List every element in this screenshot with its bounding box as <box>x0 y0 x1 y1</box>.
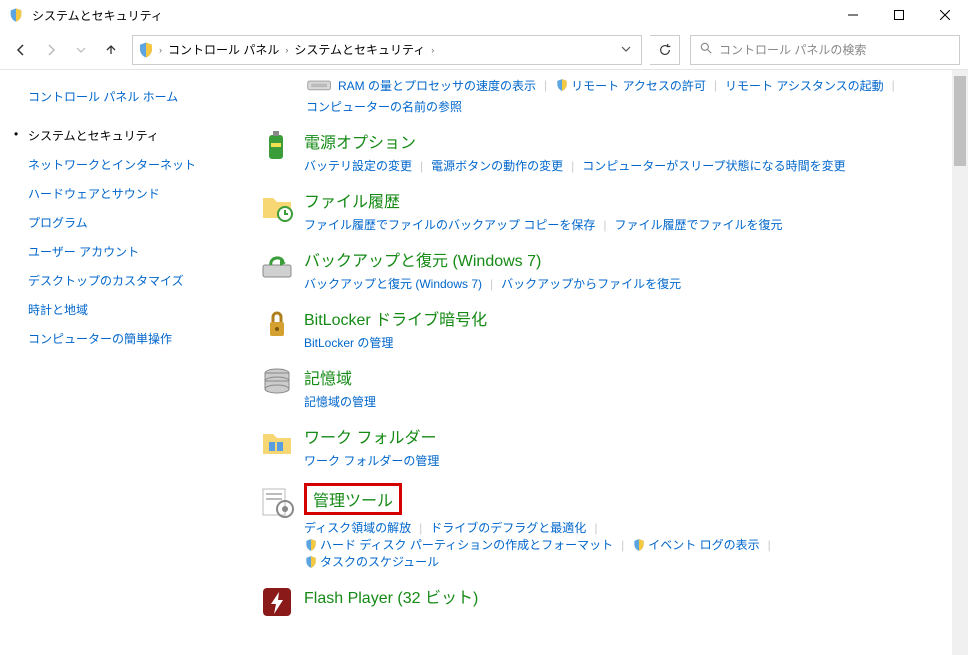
work-folder-icon <box>256 424 298 466</box>
scrollbar[interactable] <box>952 70 968 655</box>
link-bitlocker-manage[interactable]: BitLocker の管理 <box>304 334 393 351</box>
link-sleep[interactable]: コンピューターがスリープ状態になる時間を変更 <box>582 157 845 174</box>
file-history-icon <box>256 188 298 230</box>
crumb-sep-icon: › <box>429 45 436 55</box>
link-ram[interactable]: RAM の量とプロセッサの速度の表示 <box>338 77 536 94</box>
link-restore-files[interactable]: バックアップからファイルを復元 <box>501 275 681 292</box>
search-input[interactable]: コントロール パネルの検索 <box>690 35 960 65</box>
close-button[interactable] <box>922 0 968 30</box>
main-content: RAM の量とプロセッサの速度の表示 | リモート アクセスの許可 | リモート… <box>252 70 968 655</box>
link-computer-name[interactable]: コンピューターの名前の参照 <box>306 98 462 115</box>
search-placeholder: コントロール パネルの検索 <box>719 41 866 58</box>
link-defrag[interactable]: ドライブのデフラグと最適化 <box>430 519 586 536</box>
shield-icon <box>304 538 318 552</box>
link-partition[interactable]: ハード ディスク パーティションの作成とフォーマット <box>320 536 613 553</box>
sidebar: コントロール パネル ホーム システムとセキュリティ ネットワークとインターネッ… <box>0 70 252 655</box>
shield-icon <box>304 555 318 569</box>
admin-tools-icon <box>256 483 298 525</box>
link-power-button[interactable]: 電源ボタンの動作の変更 <box>431 157 563 174</box>
forward-button[interactable] <box>38 37 64 63</box>
cat-work-folder[interactable]: ワーク フォルダー <box>304 424 436 448</box>
sidebar-item-network[interactable]: ネットワークとインターネット <box>28 150 242 179</box>
link-storage-manage[interactable]: 記憶域の管理 <box>304 393 376 410</box>
breadcrumb-current[interactable]: システムとセキュリティ <box>290 41 429 58</box>
history-dropdown[interactable] <box>68 37 94 63</box>
sidebar-item-system-security[interactable]: システムとセキュリティ <box>28 121 242 150</box>
link-disk-cleanup[interactable]: ディスク領域の解放 <box>304 519 411 536</box>
sidebar-item-desktop[interactable]: デスクトップのカスタマイズ <box>28 266 242 295</box>
crumb-sep-icon: › <box>157 45 164 55</box>
link-task-schedule[interactable]: タスクのスケジュール <box>320 553 439 570</box>
cat-bitlocker[interactable]: BitLocker ドライブ暗号化 <box>304 306 487 330</box>
sidebar-item-hardware[interactable]: ハードウェアとサウンド <box>28 179 242 208</box>
link-backup-restore[interactable]: バックアップと復元 (Windows 7) <box>304 275 482 292</box>
window-icon <box>8 7 24 23</box>
cat-backup[interactable]: バックアップと復元 (Windows 7) <box>304 247 541 271</box>
window-title: システムとセキュリティ <box>32 7 830 24</box>
bitlocker-icon <box>256 306 298 348</box>
cat-flash[interactable]: Flash Player (32 ビット) <box>304 584 478 608</box>
breadcrumb-root[interactable]: コントロール パネル <box>164 41 283 58</box>
processor-icon <box>306 74 334 96</box>
backup-icon <box>256 247 298 289</box>
address-icon <box>137 41 155 59</box>
storage-icon <box>256 365 298 407</box>
shield-icon <box>555 78 569 92</box>
refresh-button[interactable] <box>650 35 680 65</box>
cat-file-history[interactable]: ファイル履歴 <box>304 188 400 212</box>
link-remote-access[interactable]: リモート アクセスの許可 <box>571 77 706 94</box>
cat-power[interactable]: 電源オプション <box>304 129 416 153</box>
sidebar-item-programs[interactable]: プログラム <box>28 208 242 237</box>
link-fh-restore[interactable]: ファイル履歴でファイルを復元 <box>614 216 782 233</box>
power-icon <box>256 129 298 171</box>
cat-storage[interactable]: 記憶域 <box>304 365 352 389</box>
link-battery[interactable]: バッテリ設定の変更 <box>304 157 412 174</box>
address-bar[interactable]: › コントロール パネル › システムとセキュリティ › <box>132 35 642 65</box>
sidebar-item-clock[interactable]: 時計と地域 <box>28 295 242 324</box>
link-workfolder-manage[interactable]: ワーク フォルダーの管理 <box>304 452 439 469</box>
sidebar-item-ease[interactable]: コンピューターの簡単操作 <box>28 324 242 353</box>
cat-admin-tools[interactable]: 管理ツール <box>304 483 402 515</box>
up-button[interactable] <box>98 37 124 63</box>
control-panel-home[interactable]: コントロール パネル ホーム <box>28 88 242 105</box>
address-dropdown[interactable] <box>615 43 637 57</box>
search-icon <box>699 41 713 58</box>
crumb-sep-icon: › <box>283 45 290 55</box>
maximize-button[interactable] <box>876 0 922 30</box>
link-fh-backup[interactable]: ファイル履歴でファイルのバックアップ コピーを保存 <box>304 216 595 233</box>
flash-icon <box>256 584 298 626</box>
link-event-log[interactable]: イベント ログの表示 <box>648 536 759 553</box>
minimize-button[interactable] <box>830 0 876 30</box>
scroll-thumb[interactable] <box>954 76 966 166</box>
sidebar-item-users[interactable]: ユーザー アカウント <box>28 237 242 266</box>
back-button[interactable] <box>8 37 34 63</box>
shield-icon <box>632 538 646 552</box>
link-remote-assist[interactable]: リモート アシスタンスの起動 <box>725 77 884 94</box>
